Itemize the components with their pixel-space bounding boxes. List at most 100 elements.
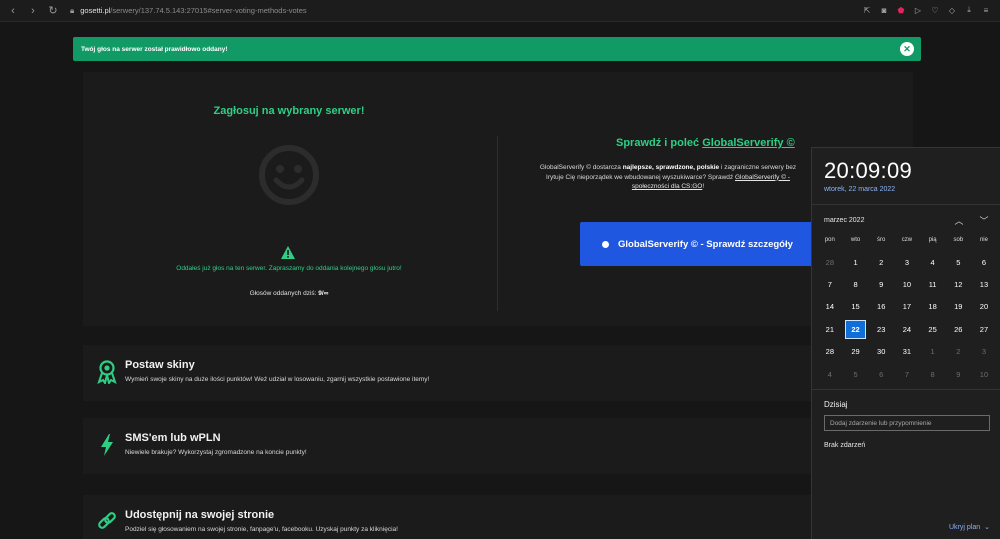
calendar-day[interactable]: 5 xyxy=(945,251,971,273)
calendar-day[interactable]: 10 xyxy=(971,363,997,385)
calendar-day[interactable]: 6 xyxy=(971,251,997,273)
download-icon[interactable]: ⤓ xyxy=(963,4,975,16)
already-voted-message: Oddałeś już głos na ten serwer. Zaprasza… xyxy=(176,265,402,272)
calendar-day[interactable]: 16 xyxy=(868,296,894,318)
weekday-label: pon xyxy=(824,237,835,243)
calendar-day[interactable]: 19 xyxy=(945,296,971,318)
calendar-day-number: 7 xyxy=(904,369,909,379)
calendar-day[interactable]: 29 xyxy=(843,341,869,363)
chevron-down-icon[interactable]: ﹀ xyxy=(977,214,991,226)
calendar-day[interactable]: 3 xyxy=(894,251,920,273)
calendar-day[interactable]: 4 xyxy=(817,363,843,385)
gs-desc-link-2[interactable]: społeczności dla CS:GO xyxy=(632,183,702,190)
card-skins[interactable]: Postaw skiny Wymień swoje skiny na duże … xyxy=(83,345,913,401)
camera-icon[interactable]: ◙ xyxy=(878,4,890,16)
calendar-day[interactable]: 28 xyxy=(817,251,843,273)
votes-today-label: Głosów oddanych dziś: xyxy=(249,290,317,297)
share-icon[interactable]: ⇱ xyxy=(861,4,873,16)
globalserverify-details-button[interactable]: GlobalServerify © - Sprawdź szczegóły xyxy=(580,222,820,266)
calendar-day-number: 26 xyxy=(954,324,963,334)
calendar-day[interactable]: 15 xyxy=(843,296,869,318)
calendar-day[interactable]: 31 xyxy=(894,341,920,363)
calendar-day-number: 1 xyxy=(930,347,935,357)
calendar-day-number: 19 xyxy=(954,302,963,312)
calendar-day[interactable]: 2 xyxy=(868,251,894,273)
calendar-day[interactable]: 30 xyxy=(868,341,894,363)
calendar-day[interactable]: 14 xyxy=(817,296,843,318)
calendar-day-number: 8 xyxy=(930,369,935,379)
gs-button-label: GlobalServerify © - Sprawdź szczegóły xyxy=(618,238,793,250)
calendar-day[interactable]: 13 xyxy=(971,273,997,295)
gs-desc-end: ! xyxy=(702,183,705,190)
card-sms[interactable]: SMS'em lub wPLN Niewiele brakuje? Wykorz… xyxy=(83,418,913,474)
calendar-day[interactable]: 8 xyxy=(843,273,869,295)
calendar-day[interactable]: 9 xyxy=(945,363,971,385)
chevron-up-icon[interactable]: ︿ xyxy=(952,214,966,226)
full-date-link[interactable]: wtorek, 22 marca 2022 xyxy=(824,186,895,193)
calendar-day[interactable]: 7 xyxy=(817,273,843,295)
hide-plan-button[interactable]: Ukryj plan ⌄ xyxy=(949,523,990,532)
calendar-day-number: 13 xyxy=(979,280,989,290)
vote-title: Zagłosuj na wybrany serwer! xyxy=(213,105,365,117)
gs-desc-text-2: i zagraniczne serwery bez xyxy=(720,164,797,171)
calendar-day[interactable]: 7 xyxy=(894,363,920,385)
calendar-day[interactable]: 27 xyxy=(971,318,997,340)
calendar-day-number: 28 xyxy=(825,257,835,267)
votes-today-value: 9/∞ xyxy=(318,290,329,297)
calendar-day[interactable]: 8 xyxy=(920,363,946,385)
calendar-day-number: 4 xyxy=(827,369,832,379)
card-share-title: Udostępnij na swojej stronie xyxy=(125,509,275,521)
calendar-day[interactable]: 5 xyxy=(843,363,869,385)
gs-desc-bold: najlepsze, sprawdzone, polskie xyxy=(622,164,720,171)
forward-icon[interactable]: › xyxy=(24,2,42,20)
calendar-day-number: 18 xyxy=(928,302,937,312)
clock-time: 20:09:09 xyxy=(824,158,913,183)
shield-icon[interactable]: ⬟ xyxy=(895,4,907,16)
calendar-day[interactable]: 1 xyxy=(920,341,946,363)
smiley-icon xyxy=(259,145,319,205)
play-icon[interactable]: ▷ xyxy=(912,4,924,16)
calendar-day-number: 28 xyxy=(825,347,835,357)
month-label[interactable]: marzec 2022 xyxy=(824,217,864,224)
gs-desc-text-3: Irytuje Cię nieporządek we wbudowanej wy… xyxy=(546,173,734,181)
calendar-day[interactable]: 4 xyxy=(920,251,946,273)
calendar-day[interactable]: 20 xyxy=(971,296,997,318)
calendar-day[interactable]: 24 xyxy=(894,318,920,340)
gs-desc-text-1: GlobalServerify © dostarcza xyxy=(539,164,621,171)
calendar-day[interactable]: 23 xyxy=(868,318,894,340)
add-event-input[interactable] xyxy=(824,415,990,431)
calendar-day[interactable]: 10 xyxy=(894,273,920,295)
calendar-day[interactable]: 25 xyxy=(920,318,946,340)
calendar-day-number: 22 xyxy=(845,319,867,339)
calendar-day-today[interactable]: 22 xyxy=(843,318,869,340)
calendar-day[interactable]: 17 xyxy=(894,296,920,318)
weekday-label: pią xyxy=(928,237,937,243)
reload-icon[interactable]: ↻ xyxy=(44,2,62,20)
calendar-day-number: 3 xyxy=(981,347,987,357)
heart-icon[interactable]: ♡ xyxy=(929,4,941,16)
card-sms-desc: Niewiele brakuje? Wykorzystaj zgromadzon… xyxy=(125,449,307,456)
address-bar[interactable]: 🔒︎ gosetti.pl /serwery/137.74.5.143:2701… xyxy=(70,6,307,16)
calendar-day[interactable]: 28 xyxy=(817,341,843,363)
calendar-day[interactable]: 21 xyxy=(817,318,843,340)
cube-icon[interactable]: ◇ xyxy=(946,4,958,16)
weekday-label: sob xyxy=(953,237,964,243)
gs-title-link[interactable]: GlobalServerify © xyxy=(702,137,794,149)
close-icon[interactable]: ✕ xyxy=(900,42,914,56)
calendar-day[interactable]: 6 xyxy=(868,363,894,385)
calendar-day[interactable]: 11 xyxy=(920,273,946,295)
gs-desc-link-1[interactable]: GlobalServerify © - xyxy=(735,174,790,181)
divider xyxy=(812,204,1000,205)
divider xyxy=(812,389,1000,390)
calendar-day[interactable]: 1 xyxy=(843,251,869,273)
back-icon[interactable]: ‹ xyxy=(4,2,22,20)
menu-icon[interactable]: ≡ xyxy=(980,4,992,16)
calendar-day[interactable]: 26 xyxy=(945,318,971,340)
calendar-day[interactable]: 2 xyxy=(945,341,971,363)
calendar-day-number: 5 xyxy=(956,257,961,267)
calendar-day[interactable]: 18 xyxy=(920,296,946,318)
card-share[interactable]: Udostępnij na swojej stronie Podziel się… xyxy=(83,495,913,539)
calendar-day[interactable]: 3 xyxy=(971,341,997,363)
calendar-day[interactable]: 9 xyxy=(868,273,894,295)
calendar-day[interactable]: 12 xyxy=(945,273,971,295)
